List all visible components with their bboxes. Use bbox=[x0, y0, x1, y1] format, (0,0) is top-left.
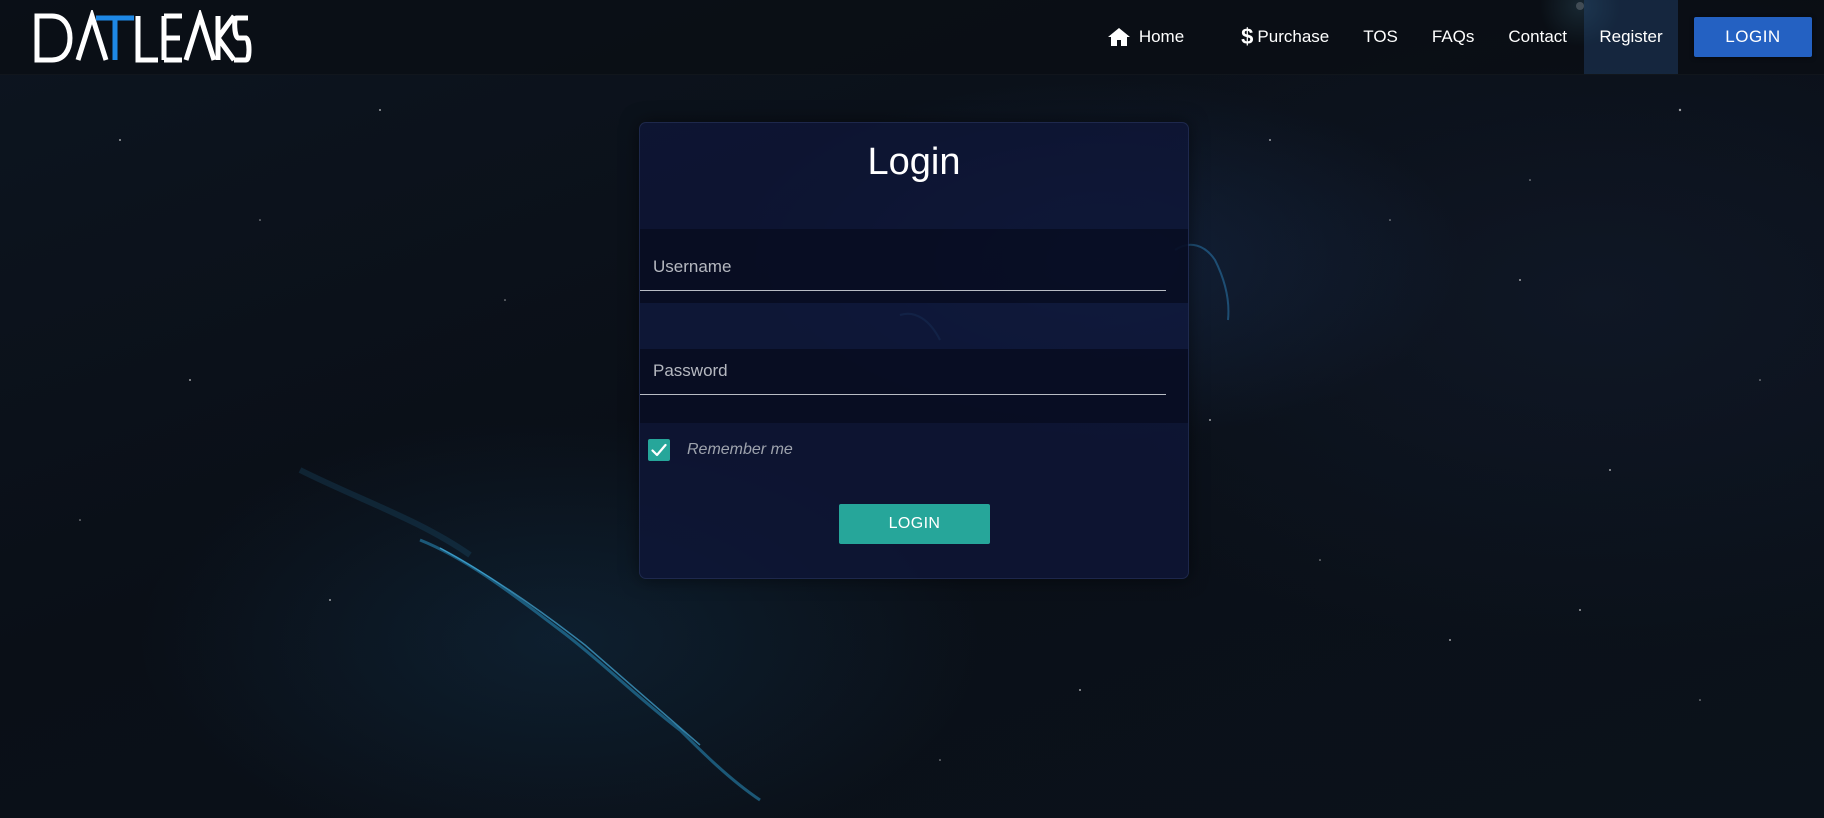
checkmark-icon bbox=[651, 443, 667, 457]
remember-me-checkbox[interactable] bbox=[648, 439, 670, 461]
password-input[interactable] bbox=[640, 347, 1166, 395]
nav-links: Home $ Purchase TOS FAQs Contact Registe… bbox=[1090, 0, 1824, 74]
nav-purchase-label: Purchase bbox=[1257, 27, 1330, 46]
remember-me-row: Remember me bbox=[648, 439, 793, 461]
remember-me-label: Remember me bbox=[687, 441, 793, 458]
username-input[interactable] bbox=[640, 243, 1166, 291]
home-icon bbox=[1107, 27, 1131, 47]
nav-contact[interactable]: Contact bbox=[1491, 0, 1584, 74]
login-title: Login bbox=[867, 141, 961, 183]
login-submit-button[interactable]: LOGIN bbox=[839, 504, 990, 544]
navbar: Home $ Purchase TOS FAQs Contact Registe… bbox=[0, 0, 1824, 75]
username-band bbox=[640, 229, 1188, 303]
nav-home-label: Home bbox=[1138, 27, 1185, 46]
nav-faqs[interactable]: FAQs bbox=[1415, 0, 1492, 74]
logo-image bbox=[34, 7, 252, 63]
dollar-icon: $ bbox=[1241, 24, 1254, 49]
nav-register[interactable]: Register bbox=[1584, 0, 1678, 74]
nav-tos[interactable]: TOS bbox=[1346, 0, 1415, 74]
password-band bbox=[640, 347, 1188, 423]
nav-purchase[interactable]: $ Purchase bbox=[1224, 0, 1346, 74]
login-card: Login Remember me LOGIN bbox=[639, 122, 1189, 579]
nav-home[interactable]: Home bbox=[1090, 0, 1224, 74]
nav-login-button[interactable]: LOGIN bbox=[1694, 17, 1812, 57]
field-spacer bbox=[640, 303, 1188, 349]
brand-logo[interactable] bbox=[34, 7, 252, 64]
